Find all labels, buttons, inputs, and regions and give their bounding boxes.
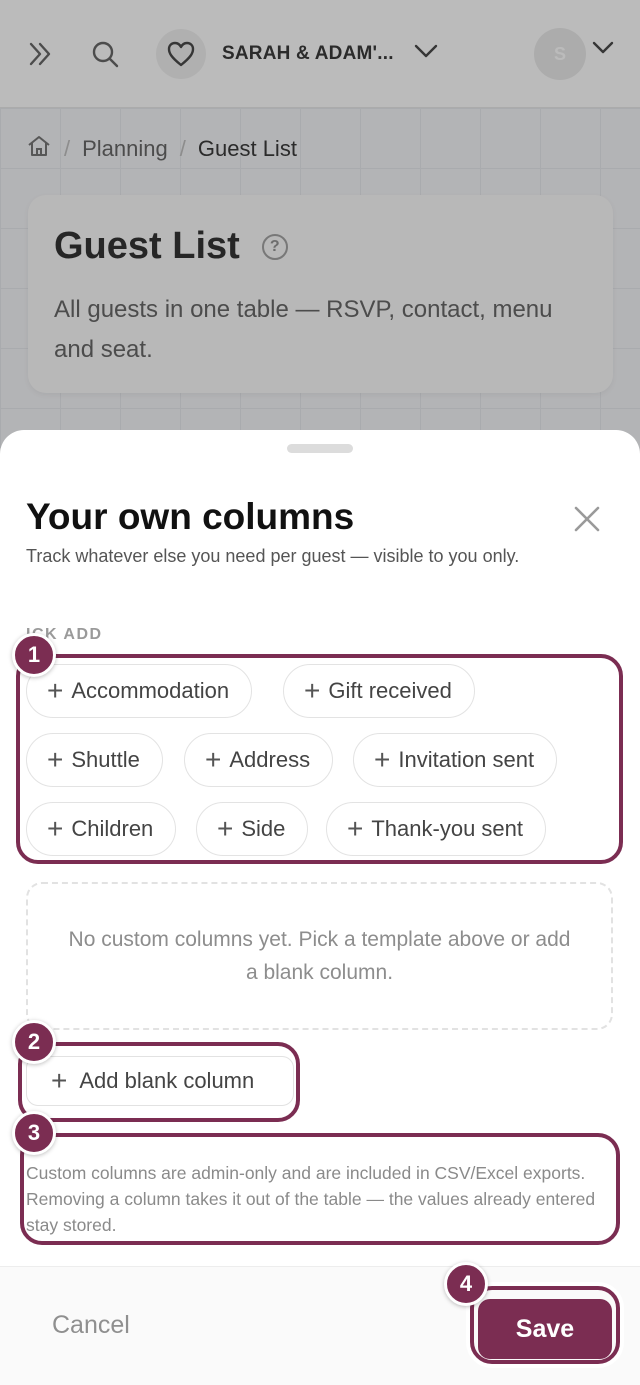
close-icon — [574, 506, 600, 532]
cancel-button[interactable]: Cancel — [52, 1311, 130, 1340]
sheet-subtitle: Track whatever else you need per guest —… — [26, 546, 520, 566]
sheet-drag-handle[interactable] — [287, 444, 353, 453]
step-badge-1: 1 — [12, 633, 56, 677]
highlight-save — [470, 1286, 620, 1364]
highlight-add-blank — [18, 1042, 300, 1122]
highlight-note — [20, 1133, 620, 1245]
close-button[interactable] — [570, 502, 604, 536]
step-badge-4: 4 — [444, 1262, 488, 1306]
sheet-title: Your own columns — [26, 496, 355, 537]
empty-state: No custom columns yet. Pick a template a… — [26, 882, 613, 1030]
highlight-quick-add — [16, 654, 623, 864]
step-badge-2: 2 — [12, 1020, 56, 1064]
step-badge-3: 3 — [12, 1111, 56, 1155]
